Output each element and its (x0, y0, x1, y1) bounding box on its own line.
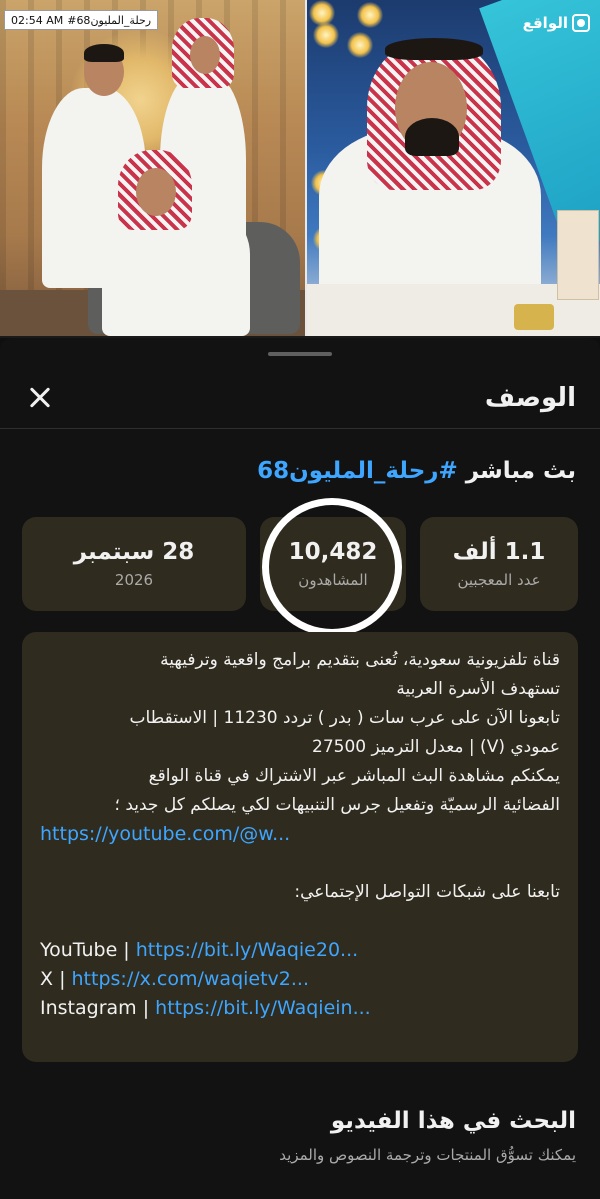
description-sheet: الوصف بث مباشر #رحلة_المليون68 28 سبتمبر… (0, 338, 600, 1199)
sheet-title: الوصف (484, 383, 576, 413)
close-icon[interactable] (24, 382, 56, 414)
video-right-scene (307, 0, 600, 336)
stat-views: 10,482 المشاهدون (260, 517, 406, 611)
youtube-channel-link[interactable]: https://youtube.com/@w... (40, 823, 290, 845)
social-name: YouTube (40, 939, 118, 961)
status-time: 02:54 AM (11, 13, 64, 27)
social-name: X (40, 968, 54, 990)
social-name: Instagram (40, 997, 137, 1019)
description-line: تابعونا الآن على عرب سات ( بدر ) تردد 11… (129, 708, 560, 728)
social-sep: | (136, 997, 156, 1019)
video-title-prefix: بث مباشر (457, 458, 576, 484)
description-line: قناة تلفزيونية سعودية، تُعنى بتقديم برام… (160, 650, 560, 670)
waqie-logo-icon (572, 14, 590, 32)
drag-handle[interactable] (268, 352, 332, 356)
social-link-instagram[interactable]: https://bit.ly/Waqiein... (155, 997, 371, 1019)
social-sep: | (53, 968, 72, 990)
stats-row: 28 سبتمبر 2026 10,482 المشاهدون 1.1 ألف … (22, 517, 578, 611)
stat-views-value: 10,482 (288, 539, 378, 565)
stat-views-label: المشاهدون (298, 571, 368, 589)
product-box (557, 210, 599, 300)
description-line: الفضائية الرسميّة وتفعيل جرس التنبيهات ل… (114, 795, 560, 815)
social-heading: تابعنا على شبكات التواصل الإجتماعي: (294, 882, 560, 902)
social-row-youtube: YouTube | https://bit.ly/Waqie20... (40, 936, 560, 965)
search-in-video-subtitle: يمكنك تسوُّق المنتجات وترجمة النصوص والم… (279, 1146, 576, 1164)
stat-likes-label: عدد المعجبين (457, 571, 541, 589)
stat-date: 28 سبتمبر 2026 (22, 517, 246, 611)
description-line: يمكنكم مشاهدة البث المباشر عبر الاشتراك … (148, 766, 560, 786)
stat-date-value: 28 سبتمبر (73, 539, 195, 565)
social-row-x: X | https://x.com/waqietv2... (40, 965, 560, 994)
description-line: تستهدف الأسرة العربية (396, 679, 560, 699)
channel-brand: الواقع (523, 14, 590, 32)
stat-likes-value: 1.1 ألف (452, 539, 546, 565)
social-link-youtube[interactable]: https://bit.ly/Waqie20... (136, 939, 358, 961)
channel-brand-label: الواقع (522, 14, 568, 32)
description-line: عمودي (V) | معدل الترميز 27500 (312, 737, 560, 757)
description-box: قناة تلفزيونية سعودية، تُعنى بتقديم برام… (22, 632, 578, 1062)
status-title: #رحلة_المليون68 (67, 13, 152, 27)
video-left-scene (0, 0, 305, 336)
social-link-x[interactable]: https://x.com/waqietv2... (72, 968, 309, 990)
header-divider (0, 428, 600, 429)
stat-date-label: 2026 (114, 571, 154, 589)
video-title: بث مباشر #رحلة_المليون68 (257, 458, 576, 484)
show-logo-icon (514, 304, 554, 330)
search-in-video-title[interactable]: البحث في هذا الفيديو (331, 1108, 576, 1134)
sheet-header: الوصف (0, 368, 600, 428)
status-chip: 02:54 AM #رحلة_المليون68 (4, 10, 159, 30)
video-player[interactable]: 02:54 AM #رحلة_المليون68 الواقع (0, 0, 600, 338)
stat-likes: 1.1 ألف عدد المعجبين (420, 517, 578, 611)
social-sep: | (117, 939, 136, 961)
social-row-instagram: Instagram | https://bit.ly/Waqiein... (40, 994, 560, 1023)
video-hashtag-link[interactable]: #رحلة_المليون68 (257, 458, 458, 484)
